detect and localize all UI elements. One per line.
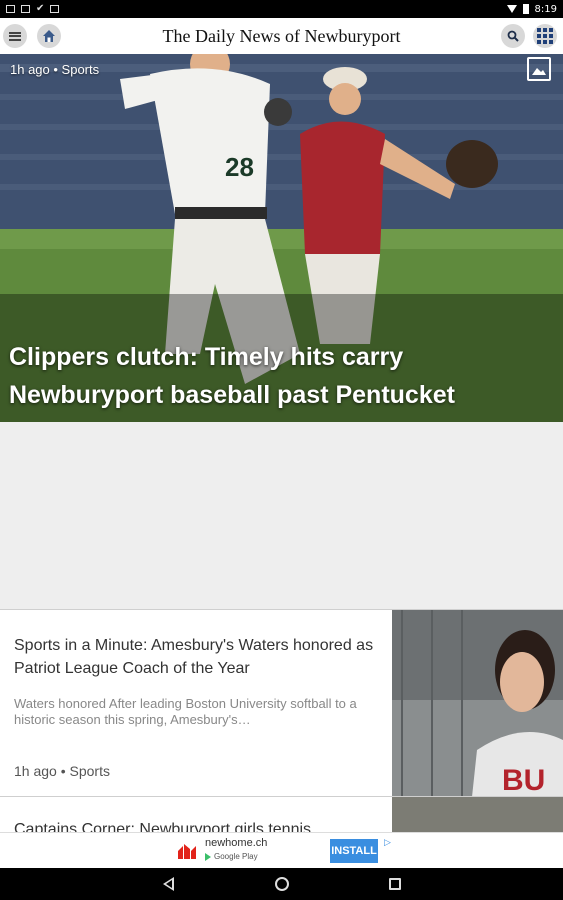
sections-grid-button[interactable] — [533, 24, 557, 48]
newhome-logo-icon — [178, 844, 196, 859]
svg-text:28: 28 — [225, 152, 254, 182]
ad-store-label: Google Play — [214, 852, 258, 861]
system-indicators: 8:19 — [506, 3, 557, 15]
image-notification-icon — [6, 5, 15, 13]
story-card[interactable]: Sports in a Minute: Amesbury's Waters ho… — [0, 609, 563, 797]
search-button[interactable] — [501, 24, 525, 48]
story-meta: 1h ago • Sports — [14, 763, 110, 779]
hero-story[interactable]: 28 1h ago • Sports Clippers clutch: Time… — [0, 54, 563, 422]
media-notification-icon — [50, 5, 60, 13]
story-card[interactable]: Captains Corner: Newburyport girls tenni… — [0, 796, 563, 832]
story-headline[interactable]: Sports in a Minute: Amesbury's Waters ho… — [14, 634, 382, 680]
app-bar: The Daily News of Newburyport — [0, 18, 563, 54]
ad-banner[interactable]: newhome.ch Google Play INSTALL ▷ — [0, 832, 563, 868]
news-notification-icon — [21, 5, 30, 13]
ad-domain: newhome.ch — [205, 837, 268, 849]
check-notification-icon: ✔ — [36, 3, 45, 14]
story-summary: Waters honored After leading Boston Univ… — [14, 696, 357, 727]
search-icon — [507, 30, 519, 42]
navigation-bar — [0, 868, 563, 900]
recents-icon[interactable] — [389, 878, 401, 890]
home-nav-icon[interactable] — [275, 877, 289, 891]
adchoices-icon[interactable]: ▷ — [384, 837, 391, 848]
wifi-icon — [506, 5, 517, 13]
back-icon[interactable] — [163, 877, 174, 891]
hero-headline[interactable]: Clippers clutch: Timely hits carry Newbu… — [9, 338, 523, 414]
grid-icon — [537, 28, 553, 44]
story-thumbnail[interactable]: BU — [392, 610, 563, 797]
svg-text:BU: BU — [502, 764, 545, 797]
google-play-icon — [205, 852, 211, 861]
notification-icons: ✔ — [6, 3, 60, 14]
hero-meta: 1h ago • Sports — [10, 62, 100, 77]
app-title: The Daily News of Newburyport — [162, 26, 401, 46]
clock: 8:19 — [534, 3, 557, 15]
ad-store: Google Play — [205, 852, 258, 861]
install-button[interactable]: INSTALL — [330, 839, 378, 863]
battery-icon — [522, 4, 529, 14]
story-headline[interactable]: Captains Corner: Newburyport girls tenni… — [14, 821, 311, 832]
story-thumbnail[interactable] — [392, 797, 563, 832]
gallery-icon[interactable] — [527, 57, 551, 81]
status-bar: ✔ 8:19 — [0, 0, 563, 18]
